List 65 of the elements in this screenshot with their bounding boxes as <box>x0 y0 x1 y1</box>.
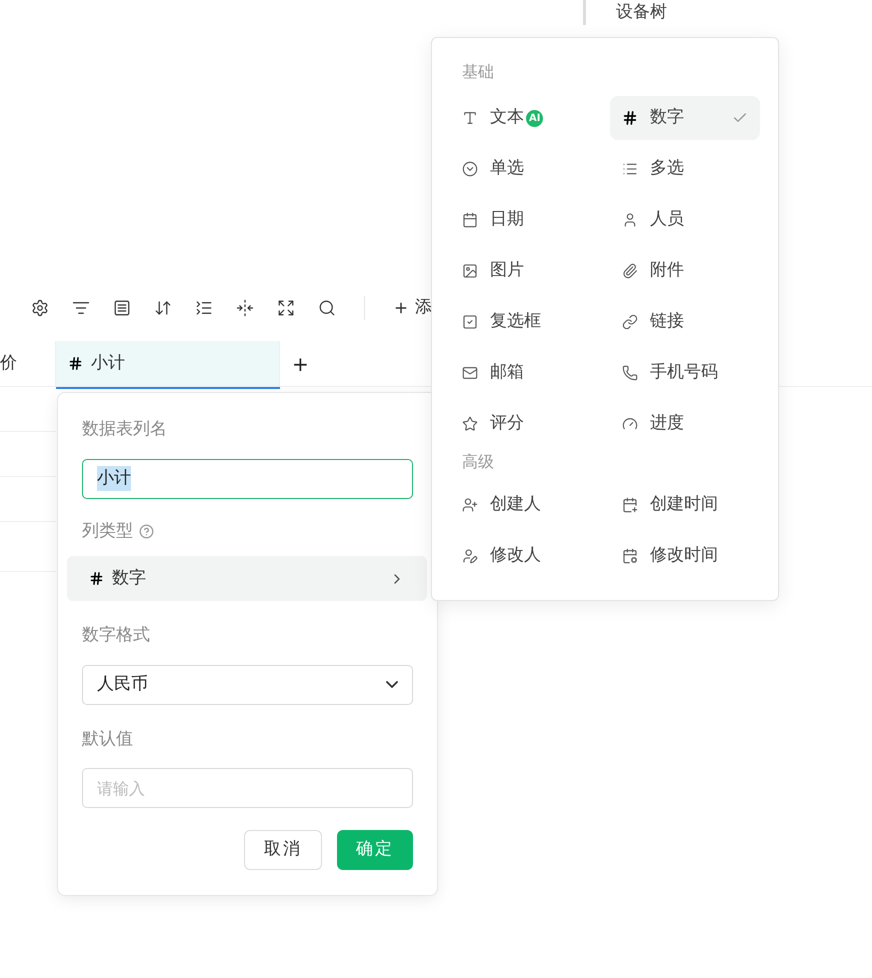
sort-icon[interactable] <box>154 299 172 317</box>
person-icon <box>622 212 638 228</box>
cancel-button[interactable]: 取消 <box>244 830 322 870</box>
section-title: 高级 <box>461 451 495 473</box>
section-title: 基础 <box>461 61 495 83</box>
hash-icon <box>622 110 638 126</box>
type-option[interactable]: 创建人 <box>450 483 600 527</box>
type-option[interactable]: 修改时间 <box>610 534 760 578</box>
type-option[interactable]: 文本 AI <box>450 96 600 140</box>
paperclip-icon <box>622 263 638 279</box>
tree-label: 设备树 <box>616 2 667 22</box>
field-label: 默认值 <box>82 728 134 750</box>
settings-icon[interactable] <box>31 299 49 317</box>
calendar-edit-icon <box>622 548 638 564</box>
collapse-icon[interactable] <box>236 299 254 317</box>
column-header[interactable]: 价 <box>0 341 56 386</box>
type-option[interactable]: 修改人 <box>450 534 600 578</box>
type-option[interactable]: 附件 <box>610 249 760 293</box>
name-input[interactable]: 小计 <box>82 458 413 498</box>
type-option[interactable]: 单选 <box>450 147 600 191</box>
type-option[interactable]: 链接 <box>610 300 760 344</box>
checkbox-icon <box>462 314 478 330</box>
type-option[interactable]: 多选 <box>610 147 760 191</box>
image-icon <box>462 263 478 279</box>
search-icon[interactable] <box>318 299 336 317</box>
text-icon <box>462 110 478 126</box>
phone-icon <box>622 365 638 381</box>
row-height-icon[interactable] <box>195 299 213 317</box>
column-header[interactable]: 小计 <box>56 341 280 386</box>
circle-chevron-icon <box>462 161 478 177</box>
field-label: 数据表列名 <box>82 418 168 441</box>
fullscreen-icon[interactable] <box>277 299 295 317</box>
hash-icon <box>89 571 104 586</box>
user-plus-icon <box>462 497 478 513</box>
ai-badge: AI <box>526 110 544 126</box>
add-button[interactable]: 添 <box>393 295 432 321</box>
calendar-plus-icon <box>622 497 638 513</box>
type-option[interactable]: 邮箱 <box>450 351 600 395</box>
type-option[interactable]: 复选框 <box>450 300 600 344</box>
format-select[interactable]: 人民币 <box>82 664 413 704</box>
calendar-icon <box>462 212 478 228</box>
type-option[interactable]: 进度 <box>610 402 760 446</box>
progress-icon <box>622 416 638 432</box>
list-box-icon[interactable] <box>113 299 131 317</box>
field-label: 列类型 <box>82 520 133 542</box>
type-option[interactable]: 手机号码 <box>610 351 760 395</box>
type-option[interactable]: 评分 <box>450 402 600 446</box>
type-option[interactable]: 图片 <box>450 249 600 293</box>
default-value-input[interactable]: 请输入 <box>82 768 413 808</box>
add-column-button[interactable]: + <box>292 348 309 378</box>
mail-icon <box>462 365 478 381</box>
star-icon <box>462 416 478 432</box>
type-option[interactable]: 创建时间 <box>610 483 760 527</box>
chevron-down-icon <box>386 681 398 688</box>
type-option[interactable]: 数字 <box>610 96 760 140</box>
user-edit-icon <box>462 548 478 564</box>
type-select[interactable]: 数字 <box>67 556 427 601</box>
plus-icon <box>393 300 409 316</box>
field-label: 数字格式 <box>82 624 151 647</box>
filter-icon[interactable] <box>72 299 90 317</box>
link-icon <box>622 314 638 330</box>
type-option[interactable]: 日期 <box>450 198 600 242</box>
hash-icon <box>68 356 83 371</box>
help-icon[interactable] <box>139 524 154 539</box>
type-option[interactable]: 人员 <box>610 198 760 242</box>
